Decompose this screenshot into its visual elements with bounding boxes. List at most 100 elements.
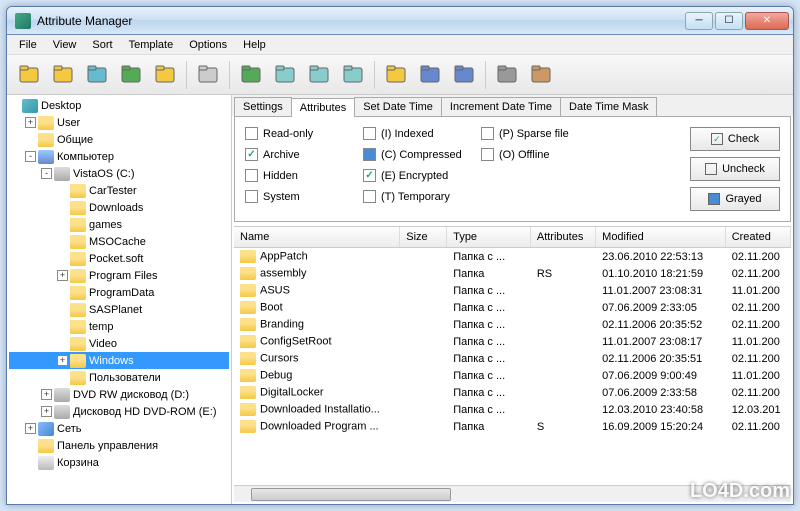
attr-hidden[interactable]: Hidden — [245, 169, 345, 182]
tree-node[interactable]: CarTester — [9, 182, 229, 199]
checkbox-icon[interactable] — [245, 127, 258, 140]
tree-node[interactable]: SASPlanet — [9, 301, 229, 318]
checkbox-icon[interactable] — [245, 169, 258, 182]
file-row[interactable]: DigitalLockerПапка с ...07.06.2009 2:33:… — [234, 384, 791, 401]
new-folder-icon[interactable] — [13, 59, 45, 91]
file-list-header[interactable]: NameSizeTypeAttributesModifiedCreated — [234, 227, 791, 248]
file-row[interactable]: Downloaded Installatio...Папка с ...12.0… — [234, 401, 791, 418]
expand-icon[interactable]: + — [41, 406, 52, 417]
tree-node[interactable]: Пользователи — [9, 369, 229, 386]
tree-node[interactable]: Video — [9, 335, 229, 352]
tree-node[interactable]: +Дисковод HD DVD-ROM (E:) — [9, 403, 229, 420]
tree-node[interactable]: +Program Files — [9, 267, 229, 284]
paste-attr2-icon[interactable] — [337, 59, 369, 91]
tab-set-date-time[interactable]: Set Date Time — [354, 97, 442, 116]
tree-node[interactable]: +Windows — [9, 352, 229, 369]
tree-node[interactable]: ProgramData — [9, 284, 229, 301]
open-folder-icon[interactable] — [47, 59, 79, 91]
checkbox-icon[interactable] — [481, 127, 494, 140]
minimize-button[interactable]: ─ — [685, 12, 713, 30]
tab-date-time-mask[interactable]: Date Time Mask — [560, 97, 657, 116]
expand-icon[interactable]: + — [41, 389, 52, 400]
expand-icon[interactable]: - — [25, 151, 36, 162]
checkbox-icon[interactable] — [363, 190, 376, 203]
menu-template[interactable]: Template — [121, 37, 182, 53]
checkbox-icon[interactable] — [363, 169, 376, 182]
attr-read-only[interactable]: Read-only — [245, 127, 345, 140]
tab-increment-date-time[interactable]: Increment Date Time — [441, 97, 561, 116]
file-row[interactable]: CursorsПапка с ...02.11.2006 20:35:5102.… — [234, 350, 791, 367]
tab-settings[interactable]: Settings — [234, 97, 292, 116]
menu-options[interactable]: Options — [181, 37, 235, 53]
file-row[interactable]: AppPatchПапка с ...23.06.2010 22:53:1302… — [234, 248, 791, 265]
file-row[interactable]: Downloaded Program ...ПапкаS16.09.2009 1… — [234, 418, 791, 435]
tree-node[interactable]: Корзина — [9, 454, 229, 471]
column-header-name[interactable]: Name — [234, 227, 400, 247]
attr--e-encrypted[interactable]: (E) Encrypted — [363, 169, 463, 182]
tab-attributes[interactable]: Attributes — [291, 98, 355, 117]
tree-node[interactable]: +User — [9, 114, 229, 131]
expand-icon[interactable]: - — [41, 168, 52, 179]
attr--t-temporary[interactable]: (T) Temporary — [363, 190, 463, 203]
horizontal-scrollbar[interactable] — [234, 485, 791, 502]
tree-node[interactable]: +Сеть — [9, 420, 229, 437]
attr-system[interactable]: System — [245, 190, 345, 203]
close-button[interactable]: ✕ — [745, 12, 789, 30]
menu-file[interactable]: File — [11, 37, 45, 53]
file-row[interactable]: ConfigSetRootПапка с ...11.01.2007 23:08… — [234, 333, 791, 350]
column-header-modified[interactable]: Modified — [596, 227, 726, 247]
checkbox-icon[interactable] — [245, 190, 258, 203]
up-folder-icon[interactable] — [149, 59, 181, 91]
file-row[interactable]: BootПапка с ...07.06.2009 2:33:0502.11.2… — [234, 299, 791, 316]
home-icon[interactable] — [81, 59, 113, 91]
maximize-button[interactable]: ☐ — [715, 12, 743, 30]
scroll-thumb[interactable] — [251, 488, 451, 501]
uncheck-button[interactable]: Uncheck — [690, 157, 780, 181]
paste-attr-icon[interactable] — [303, 59, 335, 91]
settings-icon[interactable] — [491, 59, 523, 91]
attr--i-indexed[interactable]: (I) Indexed — [363, 127, 463, 140]
tree-node[interactable]: +DVD RW дисковод (D:) — [9, 386, 229, 403]
apply-icon[interactable] — [235, 59, 267, 91]
expand-icon[interactable]: + — [25, 423, 36, 434]
file-row[interactable]: BrandingПапка с ...02.11.2006 20:35:5202… — [234, 316, 791, 333]
tree-node[interactable]: -VistaOS (C:) — [9, 165, 229, 182]
menu-sort[interactable]: Sort — [84, 37, 120, 53]
tree-node[interactable]: -Компьютер — [9, 148, 229, 165]
expand-icon[interactable]: + — [57, 355, 68, 366]
file-row[interactable]: DebugПапка с ...07.06.2009 9:00:4911.01.… — [234, 367, 791, 384]
tree-node[interactable]: games — [9, 216, 229, 233]
tree-node[interactable]: Downloads — [9, 199, 229, 216]
check-button[interactable]: Check — [690, 127, 780, 151]
attr-archive[interactable]: Archive — [245, 148, 345, 161]
tree-node[interactable]: Общие — [9, 131, 229, 148]
tree-node[interactable]: Pocket.soft — [9, 250, 229, 267]
file-row[interactable]: ASUSПапка с ...11.01.2007 23:08:3111.01.… — [234, 282, 791, 299]
attr--o-offline[interactable]: (O) Offline — [481, 148, 581, 161]
folder-tree[interactable]: Desktop+UserОбщие-Компьютер-VistaOS (C:)… — [7, 95, 232, 504]
help-icon[interactable] — [525, 59, 557, 91]
save2-icon[interactable] — [448, 59, 480, 91]
column-header-attributes[interactable]: Attributes — [531, 227, 596, 247]
task-icon[interactable] — [380, 59, 412, 91]
file-row[interactable]: assemblyПапкаRS01.10.2010 18:21:5902.11.… — [234, 265, 791, 282]
menu-view[interactable]: View — [45, 37, 85, 53]
column-header-size[interactable]: Size — [400, 227, 447, 247]
attr--p-sparse-file[interactable]: (P) Sparse file — [481, 127, 581, 140]
expand-icon[interactable]: + — [25, 117, 36, 128]
column-header-type[interactable]: Type — [447, 227, 531, 247]
refresh-icon[interactable] — [115, 59, 147, 91]
checkbox-icon[interactable] — [245, 148, 258, 161]
titlebar[interactable]: Attribute Manager ─ ☐ ✕ — [7, 7, 793, 35]
file-list-rows[interactable]: AppPatchПапка с ...23.06.2010 22:53:1302… — [234, 248, 791, 485]
checkbox-icon[interactable] — [363, 127, 376, 140]
menu-help[interactable]: Help — [235, 37, 274, 53]
save-icon[interactable] — [414, 59, 446, 91]
expand-icon[interactable]: + — [57, 270, 68, 281]
checkbox-icon[interactable] — [363, 148, 376, 161]
notes-icon[interactable] — [192, 59, 224, 91]
attr--c-compressed[interactable]: (C) Compressed — [363, 148, 463, 161]
checkbox-icon[interactable] — [481, 148, 494, 161]
grayed-button[interactable]: Grayed — [690, 187, 780, 211]
tree-node[interactable]: Панель управления — [9, 437, 229, 454]
